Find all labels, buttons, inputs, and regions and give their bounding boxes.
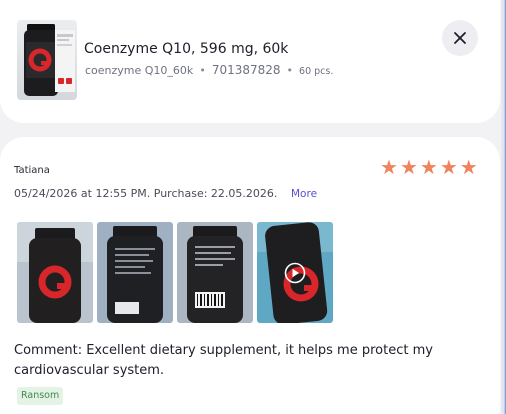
meta-separator: • [199, 64, 206, 77]
product-quantity: 60 pcs. [299, 66, 334, 77]
close-icon [454, 32, 466, 44]
supplement-bottle-icon [24, 24, 75, 96]
meta-separator: • [286, 64, 294, 77]
product-thumbnail [17, 20, 77, 100]
close-button[interactable] [442, 20, 478, 56]
star-icon: ★ [399, 155, 418, 179]
play-icon [284, 262, 306, 284]
product-title: Coenzyme Q10, 596 mg, 60k [84, 41, 289, 57]
review-author: Tatiana [14, 165, 50, 176]
star-icon: ★ [380, 155, 398, 179]
review-photo[interactable] [97, 222, 173, 323]
product-card: Coenzyme Q10, 596 mg, 60k coenzyme Q10_6… [0, 0, 500, 123]
star-icon: ★ [439, 155, 458, 179]
review-photos [17, 222, 333, 323]
review-photo[interactable] [17, 222, 93, 323]
star-icon: ★ [459, 155, 478, 179]
review-modal: Coenzyme Q10, 596 mg, 60k coenzyme Q10_6… [0, 0, 506, 414]
review-date-line: 05/24/2026 at 12:55 PM. Purchase: 22.05.… [14, 187, 277, 200]
more-link[interactable]: More [291, 188, 317, 200]
product-article[interactable]: 701387828 [212, 63, 281, 77]
rating-stars: ★ ★ ★ ★ ★ [380, 157, 478, 177]
review-comment: Comment: Excellent dietary supplement, i… [14, 343, 433, 378]
window-edge [501, 0, 506, 414]
purchase-date: Purchase: 22.05.2026. [153, 187, 278, 200]
review-video[interactable] [257, 222, 333, 323]
review-photo[interactable] [177, 222, 253, 323]
star-icon: ★ [419, 155, 438, 179]
product-meta: coenzyme Q10_60k • 701387828 • 60 pcs. [85, 63, 333, 77]
purchase-status-badge: Ransom [17, 387, 64, 405]
review-card: Tatiana ★ ★ ★ ★ ★ 05/24/2026 at 12:55 PM… [0, 137, 500, 414]
product-variant: coenzyme Q10_60k [85, 64, 194, 77]
review-date: 05/24/2026 at 12:55 PM. [14, 187, 151, 200]
